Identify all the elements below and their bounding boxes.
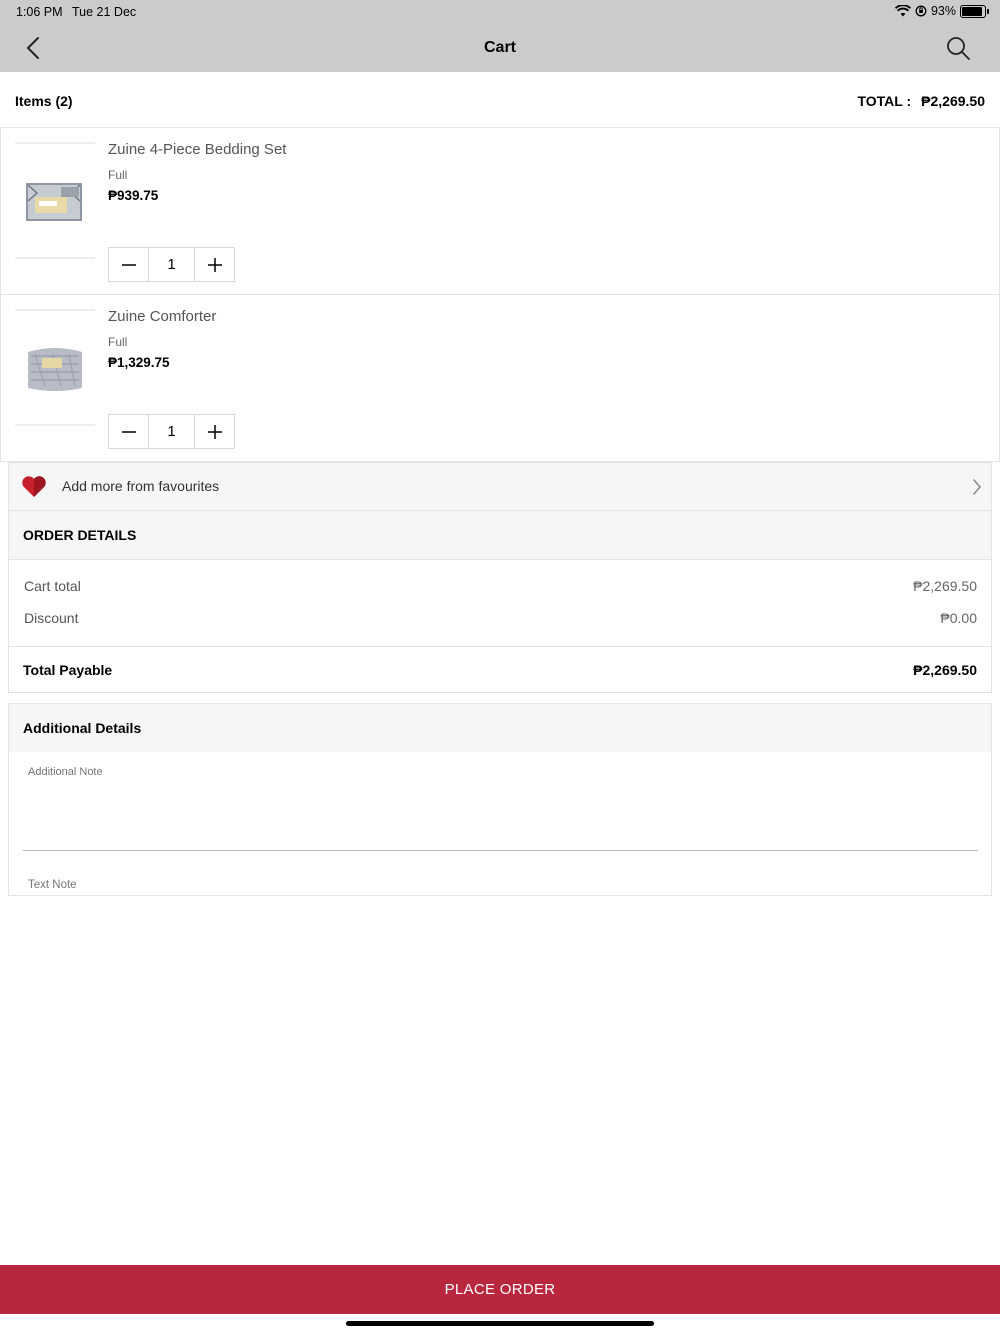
quantity-value: 1 [148, 415, 195, 448]
cart-item: Zuine Comforter Full ₱1,329.75 1 [0, 295, 1000, 462]
wifi-icon [894, 5, 911, 17]
home-indicator [346, 1321, 654, 1326]
product-variant: Full [108, 335, 128, 349]
quantity-stepper: 1 [108, 414, 235, 449]
favourites-label: Add more from favourites [62, 478, 220, 494]
total-value: ₱2,269.50 [921, 93, 985, 109]
additional-details-title: Additional Details [23, 720, 142, 736]
items-header: Items (2) TOTAL : ₱2,269.50 [0, 72, 1000, 128]
battery-icon [960, 4, 989, 18]
add-from-favourites[interactable]: Add more from favourites [8, 462, 992, 511]
total-payable-value: ₱2,269.50 [913, 662, 977, 678]
product-variant: Full [108, 168, 128, 182]
plus-icon [207, 424, 222, 439]
heart-icon [22, 476, 46, 497]
chevron-right-icon [973, 479, 981, 495]
battery-fill [962, 6, 983, 16]
total-payable-label: Total Payable [23, 662, 113, 678]
note-underline [23, 850, 978, 851]
product-name[interactable]: Zuine 4-Piece Bedding Set [108, 141, 286, 158]
orientation-lock-icon [915, 5, 927, 17]
status-indicators: 93% [894, 4, 989, 18]
product-price: ₱1,329.75 [108, 355, 170, 370]
product-name[interactable]: Zuine Comforter [108, 308, 216, 325]
status-time: 1:06 PM [16, 5, 63, 19]
product-price: ₱939.75 [108, 188, 159, 203]
total-label: TOTAL : [857, 93, 912, 109]
additional-details-header: Additional Details [9, 704, 991, 752]
divider [9, 646, 991, 647]
cart-total-label: Cart total [24, 578, 81, 594]
status-date: Tue 21 Dec [72, 5, 137, 19]
product-image[interactable] [15, 142, 95, 259]
discount-label: Discount [24, 610, 79, 626]
page-title: Cart [483, 39, 516, 56]
minus-icon [121, 430, 136, 433]
quantity-value: 1 [148, 248, 195, 281]
order-details-title: ORDER DETAILS [23, 527, 137, 543]
bedding-set-image [26, 182, 82, 221]
battery-percent: 93% [930, 4, 956, 18]
search-button[interactable] [944, 34, 972, 62]
cart-total-summary: TOTAL : ₱2,269.50 [857, 93, 985, 109]
minus-icon [121, 263, 136, 266]
search-icon [947, 37, 970, 60]
comforter-image [28, 347, 82, 391]
increase-button[interactable] [195, 415, 234, 448]
order-details: ORDER DETAILS Cart total ₱2,269.50 Disco… [8, 511, 992, 693]
place-order-button[interactable]: PLACE ORDER [0, 1265, 1000, 1314]
cart-total-value: ₱2,269.50 [913, 578, 977, 594]
decrease-button[interactable] [109, 248, 148, 281]
additional-details: Additional Details Text Note [8, 703, 992, 896]
items-count: Items (2) [15, 93, 73, 109]
decrease-button[interactable] [109, 415, 148, 448]
discount-value: ₱0.00 [940, 610, 977, 626]
plus-icon [207, 257, 222, 272]
additional-note-input[interactable] [28, 766, 968, 846]
order-details-header: ORDER DETAILS [9, 511, 991, 560]
quantity-stepper: 1 [108, 247, 235, 282]
top-bar: 1:06 PM Tue 21 Dec 93% Cart [0, 0, 1000, 72]
cart-item: Zuine 4-Piece Bedding Set Full ₱939.75 1 [0, 128, 1000, 295]
product-image[interactable] [15, 309, 95, 426]
text-note-label: Text Note [28, 879, 77, 891]
increase-button[interactable] [195, 248, 234, 281]
